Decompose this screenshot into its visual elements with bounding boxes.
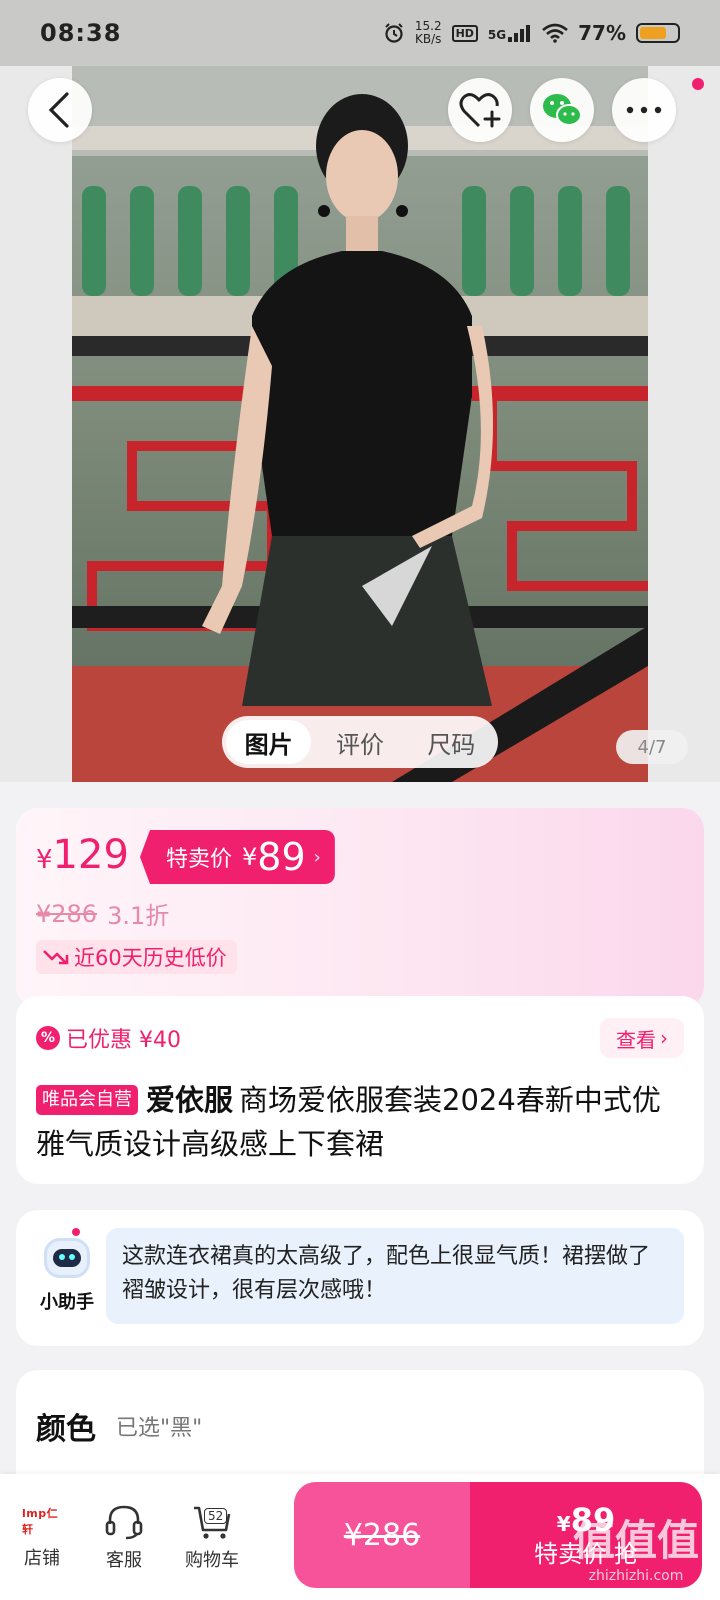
- history-low-tag: 近60天历史低价: [36, 940, 237, 974]
- product-gallery[interactable]: 图片 评价 尺码 4/7: [0, 66, 720, 782]
- site-watermark: 值值值 zhizhizhi.com: [560, 1515, 712, 1595]
- buy-original-price: ¥286: [343, 1517, 421, 1553]
- cart-button[interactable]: 52 购物车: [172, 1504, 252, 1572]
- discount-icon: %: [36, 1026, 60, 1050]
- customer-service-button[interactable]: 客服: [84, 1504, 164, 1572]
- wifi-icon: [542, 23, 568, 43]
- store-label: 店铺: [24, 1548, 60, 1569]
- battery-percent: 77%: [578, 21, 626, 45]
- special-price-tag[interactable]: 特卖价 ¥ 89 ›: [140, 830, 335, 884]
- hd-indicator: HD: [451, 24, 478, 42]
- back-button[interactable]: [28, 78, 92, 142]
- signal-icon: [508, 25, 531, 42]
- net-speed-unit: KB/s: [415, 32, 442, 46]
- assistant-avatar[interactable]: 小助手: [34, 1228, 100, 1328]
- favorite-button[interactable]: [448, 78, 512, 142]
- color-label: 颜色: [36, 1412, 96, 1447]
- assistant-message: 这款连衣裙真的太高级了，配色上很显气质！裙摆做了褶皱设计，很有层次感哦！: [106, 1228, 684, 1324]
- cart-label: 购物车: [185, 1550, 239, 1571]
- view-label: 查看: [616, 1027, 656, 1052]
- wechat-share-button[interactable]: [530, 78, 594, 142]
- discount-rate: 3.1折: [107, 902, 170, 930]
- saved-amount: % 已优惠 ¥40: [36, 1022, 181, 1054]
- trend-down-icon: [43, 950, 69, 965]
- product-title: 唯品会自营 爱依服 商场爱依服套装2024春新中式优雅气质设计高级感上下套裙: [36, 1078, 686, 1166]
- price-card: ¥ 129 特卖价 ¥ 89 › ¥286 3.1折 近60天历史低价: [16, 808, 704, 1008]
- store-logo: lmp仁轩: [22, 1507, 59, 1536]
- wechat-icon: [543, 94, 582, 126]
- store-button[interactable]: lmp仁轩 店铺: [2, 1504, 82, 1570]
- status-icons: 15.2 KB/s HD 5G 77%: [383, 20, 680, 46]
- current-price-value: 129: [52, 832, 129, 878]
- self-operated-badge: 唯品会自营: [36, 1085, 138, 1115]
- color-selector[interactable]: 颜色 已选"黑": [16, 1370, 704, 1480]
- tab-reviews[interactable]: 评价: [317, 720, 402, 764]
- chevron-right-icon: ›: [660, 1026, 668, 1050]
- gallery-tabs: 图片 评价 尺码: [222, 716, 498, 768]
- assistant-name: 小助手: [40, 1292, 94, 1313]
- tab-pictures[interactable]: 图片: [226, 720, 312, 764]
- alarm-icon: [385, 23, 403, 43]
- more-dots-icon: [626, 106, 662, 114]
- tab-size[interactable]: 尺码: [409, 720, 494, 764]
- product-photo[interactable]: [72, 66, 648, 782]
- brand-name[interactable]: 爱依服: [146, 1083, 233, 1117]
- buy-original-price-button[interactable]: ¥286: [294, 1482, 470, 1588]
- product-detail-screen: 08:38 15.2 KB/s HD 5G 77% 图片 评价 尺码 4/7 ¥…: [0, 0, 720, 1600]
- special-currency: ¥: [242, 843, 258, 871]
- network-label: 5G: [487, 28, 507, 42]
- more-button[interactable]: [612, 78, 676, 142]
- service-label: 客服: [106, 1550, 142, 1571]
- notification-dot: [692, 78, 704, 90]
- special-price-value: 89: [257, 835, 306, 879]
- heart-plus-icon: [459, 93, 501, 128]
- current-price: ¥ 129: [36, 832, 129, 878]
- color-selected: 已选"黑": [116, 1416, 203, 1441]
- cart-count: 52: [204, 1508, 228, 1524]
- sparkle-icon: [72, 1228, 80, 1236]
- special-price-label: 特卖价: [166, 847, 233, 872]
- view-discount-button[interactable]: 查看 ›: [600, 1018, 684, 1058]
- chevron-left-icon: [48, 92, 69, 128]
- status-bar: 08:38 15.2 KB/s HD 5G 77%: [0, 0, 720, 66]
- product-info-card: % 已优惠 ¥40 查看 › 唯品会自营 爱依服 商场爱依服套装2024春新中式优雅…: [16, 996, 704, 1184]
- battery-icon: [636, 23, 680, 43]
- headset-icon: [105, 1505, 143, 1540]
- history-low-text: 近60天历史低价: [74, 946, 227, 970]
- status-time: 08:38: [40, 19, 122, 47]
- watermark-url: zhizhizhi.com: [588, 1568, 684, 1584]
- saved-text: 已优惠 ¥40: [66, 1028, 181, 1053]
- original-price-row: ¥286 3.1折: [36, 896, 169, 931]
- assistant-card: 小助手 这款连衣裙真的太高级了，配色上很显气质！裙摆做了褶皱设计，很有层次感哦！: [16, 1210, 704, 1346]
- network-5g: 5G: [488, 24, 532, 42]
- currency-symbol: ¥: [36, 845, 53, 875]
- chevron-right-icon: ›: [313, 846, 321, 868]
- image-counter: 4/7: [616, 730, 688, 764]
- product-photo-illustration: [72, 66, 648, 782]
- watermark-text: 值值值: [572, 1516, 699, 1565]
- robot-icon: [44, 1238, 90, 1278]
- cart-icon: 52: [192, 1504, 232, 1540]
- net-speed: 15.2 KB/s: [415, 20, 442, 46]
- original-price: ¥286: [36, 899, 98, 928]
